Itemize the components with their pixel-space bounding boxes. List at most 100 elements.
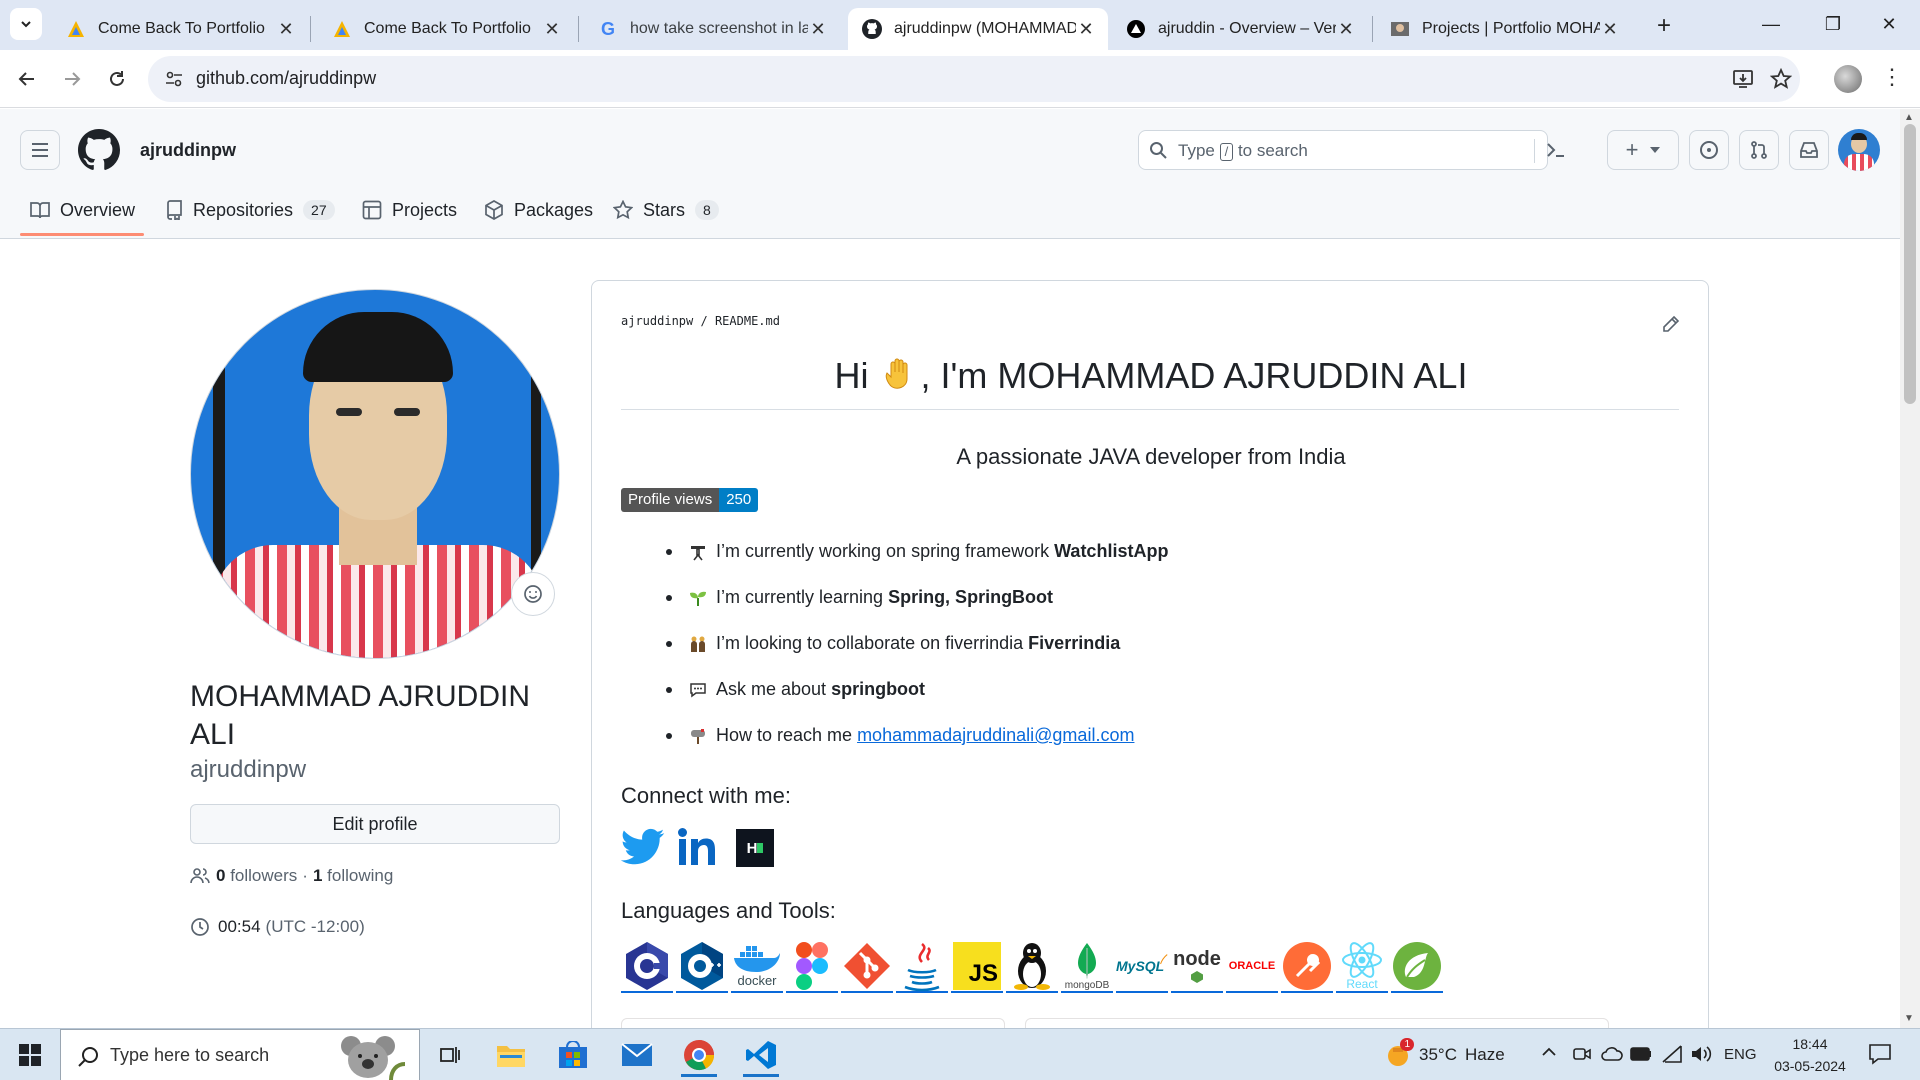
issues-button[interactable] bbox=[1689, 130, 1729, 170]
react-icon[interactable]: React bbox=[1336, 941, 1388, 993]
c-icon[interactable] bbox=[621, 941, 673, 993]
browser-tab-1[interactable]: Come Back To Portfolio ✕ bbox=[52, 8, 308, 50]
spring-icon[interactable] bbox=[1391, 941, 1443, 993]
browser-tab-5[interactable]: ajruddin - Overview – Verc ✕ bbox=[1112, 8, 1368, 50]
start-button[interactable] bbox=[0, 1029, 60, 1080]
linux-icon[interactable] bbox=[1006, 941, 1058, 993]
profile-views-badge: Profile views 250 bbox=[621, 488, 759, 512]
pencil-icon bbox=[1663, 315, 1680, 332]
pull-requests-button[interactable] bbox=[1739, 130, 1779, 170]
back-button[interactable] bbox=[10, 62, 44, 96]
followers-link[interactable]: 0 followers bbox=[216, 866, 297, 886]
readme-file-link[interactable]: README.md bbox=[715, 314, 780, 328]
close-icon[interactable]: ✕ bbox=[1076, 19, 1096, 40]
chevron-up-icon[interactable] bbox=[1541, 1044, 1557, 1065]
system-clock[interactable]: 18:44 03-05-2024 bbox=[1762, 1033, 1858, 1077]
edit-readme-button[interactable] bbox=[1658, 311, 1684, 337]
taskbar-microsoft-store[interactable] bbox=[549, 1033, 597, 1077]
tab-search-button[interactable] bbox=[10, 8, 42, 40]
browser-tab-3[interactable]: G how take screenshot in lap ✕ bbox=[584, 8, 840, 50]
volume-icon[interactable] bbox=[1690, 1044, 1712, 1069]
input-language[interactable]: ENG bbox=[1724, 1046, 1757, 1063]
java-icon[interactable] bbox=[896, 941, 948, 993]
close-icon[interactable]: ✕ bbox=[1336, 19, 1356, 40]
inbox-button[interactable] bbox=[1789, 130, 1829, 170]
command-palette-button[interactable] bbox=[1536, 130, 1576, 170]
search-input[interactable]: Type / to search bbox=[1138, 130, 1548, 170]
item-bold: Fiverrindia bbox=[1028, 633, 1121, 653]
oracle-icon[interactable]: ORACLE bbox=[1226, 941, 1278, 993]
following-link[interactable]: 1 following bbox=[313, 866, 393, 886]
minimize-button[interactable]: — bbox=[1740, 0, 1802, 48]
bookmark-star-icon[interactable] bbox=[1770, 68, 1792, 90]
mysql-icon[interactable]: MySQL bbox=[1116, 941, 1168, 993]
scrollbar-thumb[interactable] bbox=[1904, 124, 1916, 404]
task-view-icon bbox=[440, 1047, 460, 1063]
github-logo-icon[interactable] bbox=[78, 129, 120, 176]
javascript-icon[interactable]: JS bbox=[951, 941, 1003, 993]
header-username[interactable]: ajruddinpw bbox=[140, 140, 236, 161]
tab-projects[interactable]: Projects bbox=[362, 185, 457, 235]
taskbar-vscode[interactable] bbox=[737, 1033, 785, 1077]
mongodb-icon[interactable]: mongoDB bbox=[1061, 941, 1113, 993]
close-icon[interactable]: ✕ bbox=[1600, 19, 1620, 40]
task-view-button[interactable] bbox=[426, 1033, 474, 1077]
meet-now-icon[interactable] bbox=[1572, 1044, 1592, 1069]
figma-icon[interactable] bbox=[786, 941, 838, 993]
connect-heading: Connect with me: bbox=[621, 783, 791, 808]
battery-icon[interactable] bbox=[1630, 1047, 1652, 1066]
google-icon: G bbox=[600, 18, 615, 39]
readme-owner-link[interactable]: ajruddinpw bbox=[621, 314, 693, 328]
nodejs-icon[interactable]: node bbox=[1171, 941, 1223, 993]
restore-button[interactable]: ❐ bbox=[1802, 0, 1864, 48]
hackerrank-icon[interactable]: H bbox=[736, 829, 774, 867]
site-info-icon[interactable] bbox=[164, 69, 184, 89]
browser-tab-6[interactable]: Projects | Portfolio MOHAI ✕ bbox=[1376, 8, 1632, 50]
taskbar-file-explorer[interactable] bbox=[487, 1033, 535, 1077]
new-tab-button[interactable]: + bbox=[1648, 10, 1680, 42]
scroll-down-arrow[interactable]: ▼ bbox=[1904, 1013, 1914, 1024]
edit-profile-button[interactable]: Edit profile bbox=[190, 804, 560, 844]
tab-overview[interactable]: Overview bbox=[30, 185, 135, 235]
close-icon[interactable]: ✕ bbox=[808, 19, 828, 40]
weather-widget[interactable]: 1 35°C Haze bbox=[1385, 1029, 1505, 1080]
browser-tab-2[interactable]: Come Back To Portfolio ✕ bbox=[318, 8, 574, 50]
scroll-up-arrow[interactable]: ▲ bbox=[1904, 112, 1914, 123]
item-bold: springboot bbox=[831, 679, 926, 699]
user-avatar[interactable] bbox=[1838, 129, 1880, 171]
tab-repositories[interactable]: Repositories 27 bbox=[165, 185, 335, 235]
heading-hi: Hi bbox=[834, 355, 869, 396]
badge-label: Profile views bbox=[621, 488, 720, 512]
close-window-button[interactable]: ✕ bbox=[1858, 0, 1920, 48]
create-new-button[interactable]: + bbox=[1607, 130, 1679, 170]
close-icon[interactable]: ✕ bbox=[542, 19, 562, 40]
forward-button[interactable] bbox=[55, 62, 89, 96]
taskbar-search-box[interactable]: Type here to search bbox=[60, 1029, 420, 1080]
notifications-icon[interactable] bbox=[1868, 1043, 1892, 1070]
tab-packages[interactable]: Packages bbox=[484, 185, 593, 235]
clock-time: 18:44 bbox=[1792, 1036, 1828, 1052]
taskbar-chrome[interactable] bbox=[675, 1033, 723, 1077]
chrome-menu-button[interactable]: ⋮ bbox=[1880, 64, 1904, 94]
twitter-icon[interactable] bbox=[620, 827, 665, 867]
wifi-icon[interactable] bbox=[1661, 1044, 1683, 1069]
onedrive-icon[interactable] bbox=[1601, 1046, 1623, 1067]
browser-tab-4-active[interactable]: ajruddinpw (MOHAMMAD ✕ bbox=[848, 8, 1108, 50]
chrome-profile-avatar[interactable] bbox=[1834, 65, 1862, 93]
issue-opened-icon bbox=[1700, 141, 1718, 159]
postman-icon[interactable] bbox=[1281, 941, 1333, 993]
timezone: (UTC -12:00) bbox=[265, 917, 365, 936]
hamburger-menu-button[interactable] bbox=[20, 130, 60, 170]
git-icon[interactable] bbox=[841, 941, 893, 993]
taskbar-mail[interactable] bbox=[613, 1033, 661, 1077]
set-status-button[interactable] bbox=[511, 572, 555, 616]
install-app-icon[interactable] bbox=[1732, 68, 1754, 90]
tab-stars[interactable]: Stars 8 bbox=[613, 185, 719, 235]
docker-icon[interactable]: docker bbox=[731, 941, 783, 993]
close-icon[interactable]: ✕ bbox=[276, 19, 296, 40]
email-link[interactable]: mohammadajruddinali@gmail.com bbox=[857, 725, 1134, 746]
cplusplus-icon[interactable] bbox=[676, 941, 728, 993]
address-bar[interactable]: github.com/ajruddinpw bbox=[148, 56, 1800, 102]
reload-button[interactable] bbox=[100, 62, 134, 96]
linkedin-icon[interactable] bbox=[677, 827, 721, 867]
